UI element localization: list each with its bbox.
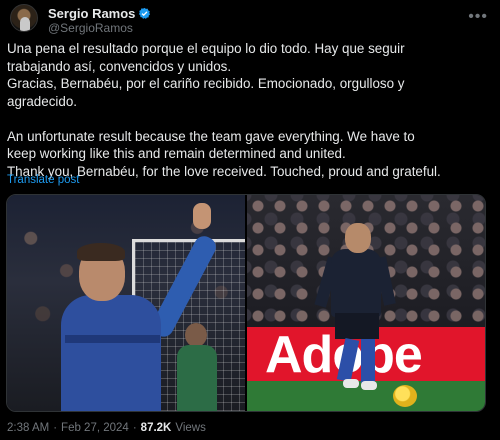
tweet-line-es-3: Gracias, Bernabéu, por el cariño recibid… — [7, 76, 405, 91]
player-boot-right — [361, 381, 377, 390]
tweet-header: Sergio Ramos @SergioRamos ••• — [8, 4, 492, 35]
views-count: 87.2K — [140, 422, 172, 434]
tweet-line-en-3: Thank you, Bernabéu, for the love receiv… — [7, 163, 441, 179]
avatar[interactable] — [10, 4, 38, 32]
media-grid: Adobe — [6, 194, 486, 412]
post-date[interactable]: Feb 27, 2024 — [61, 422, 129, 434]
tweet-line-es-4: agradecido. — [7, 93, 77, 109]
player-head — [345, 223, 371, 253]
background-person — [177, 345, 217, 411]
tweet-text: Una pena el resultado porque el equipo l… — [7, 40, 495, 180]
player-body — [61, 295, 161, 411]
views-label: Views — [175, 422, 206, 434]
tweet-line-en-2: keep working like this and remain determ… — [7, 146, 346, 161]
more-options-icon[interactable]: ••• — [468, 8, 488, 26]
verified-badge-icon — [139, 7, 151, 19]
background-person-head — [185, 323, 207, 347]
tweet-line-en-1: An unfortunate result because the team g… — [7, 128, 415, 144]
translate-post-link[interactable]: Translate post — [7, 174, 79, 186]
tweet-meta: 2:38 AM · Feb 27, 2024 · 87.2K Views — [7, 422, 206, 434]
football — [393, 385, 417, 407]
display-name[interactable]: Sergio Ramos — [48, 6, 135, 21]
player-sock-right — [361, 339, 375, 383]
player-shorts — [335, 313, 379, 339]
tweet-line-es-1: Una pena el resultado porque el equipo l… — [7, 41, 405, 56]
photo-left[interactable] — [7, 195, 245, 411]
player-hair — [77, 243, 125, 261]
tweet-card: Sergio Ramos @SergioRamos ••• Una pena e… — [0, 0, 500, 440]
meta-separator: · — [53, 422, 58, 434]
raised-hand — [193, 203, 211, 229]
handle[interactable]: @SergioRamos — [48, 21, 133, 35]
name-row: Sergio Ramos — [48, 6, 151, 21]
meta-separator-2: · — [132, 422, 137, 434]
player-boot-left — [343, 379, 359, 388]
jacket-stripe — [65, 335, 160, 343]
post-time[interactable]: 2:38 AM — [7, 422, 49, 434]
player-shirt — [331, 249, 381, 317]
photo-right[interactable]: Adobe — [247, 195, 485, 411]
tweet-line-es-2: trabajando así, convencidos y unidos. — [7, 58, 232, 74]
